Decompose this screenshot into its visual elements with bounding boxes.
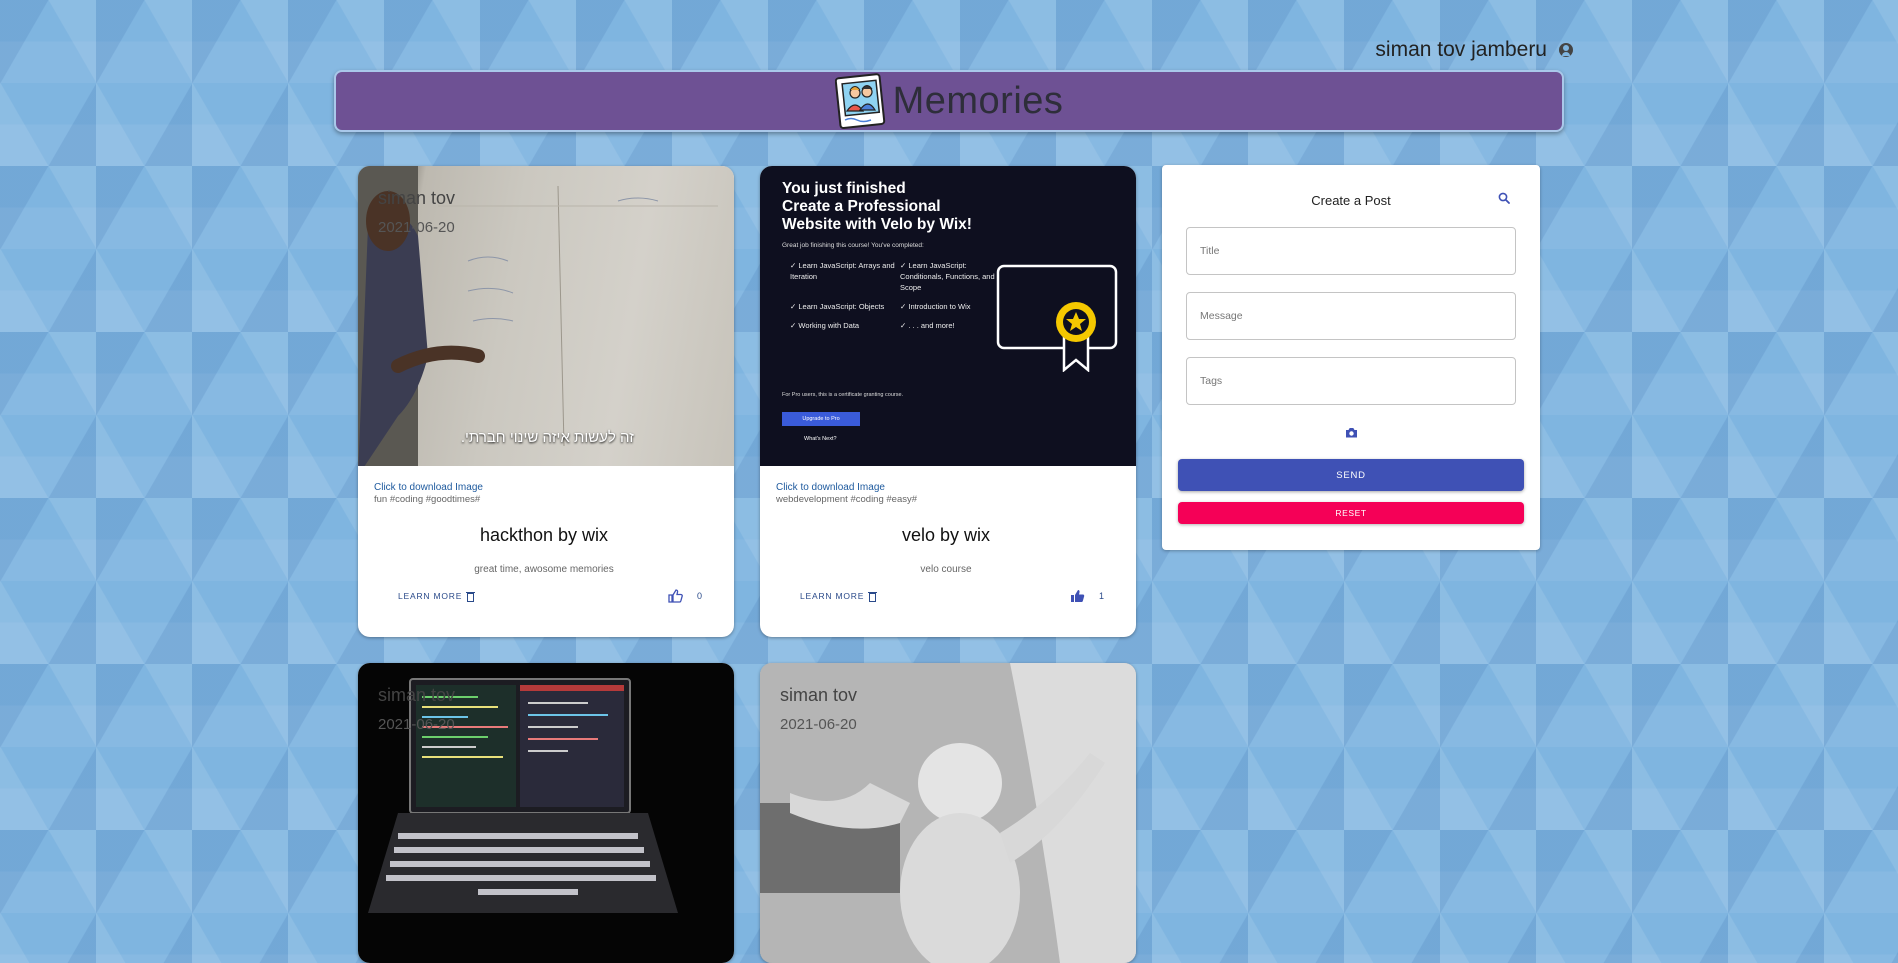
user-bar: siman tov jamberu <box>1375 38 1573 62</box>
search-icon[interactable] <box>1498 192 1510 204</box>
message-input[interactable] <box>1186 292 1516 340</box>
form-title: Create a Post <box>1311 193 1391 208</box>
card-overlay: siman tov 2021-06-20 <box>378 685 455 733</box>
download-image-link[interactable]: Click to download Image <box>374 482 714 493</box>
camera-icon[interactable] <box>1345 427 1358 438</box>
learn-more-label: LEARN MORE <box>398 591 463 601</box>
delete-icon <box>868 591 878 602</box>
like-count: 0 <box>696 591 702 601</box>
certificate-subtext: Great job finishing this course! You've … <box>782 242 924 249</box>
like-button[interactable]: 1 <box>1070 589 1104 603</box>
download-image-link[interactable]: Click to download Image <box>776 482 1116 493</box>
certificate-heading: You just finished Create a Professional … <box>782 180 972 234</box>
certificate-item: ✓ . . . and more! <box>900 321 955 330</box>
card-body: Click to download Image webdevelopment #… <box>760 466 1136 575</box>
create-post-form: Create a Post SEND RESET <box>1162 165 1540 550</box>
account-circle-icon[interactable] <box>1559 43 1573 57</box>
certificate-item: ✓ Introduction to Wix <box>900 302 971 311</box>
certificate-item: ✓ Learn JavaScript: Conditionals, Functi… <box>900 261 995 292</box>
certificate-items: ✓ Learn JavaScript: Arrays and Iteration… <box>790 260 1010 331</box>
post-image: siman tov 2021-06-20 זה לעשות איזה שינוי… <box>358 166 734 466</box>
card-message: velo course <box>920 564 972 575</box>
card-date: 2021-06-20 <box>378 219 455 236</box>
card-author: siman tov <box>780 685 858 705</box>
certificate-item: ✓ Learn JavaScript: Arrays and Iteration <box>790 261 895 281</box>
card-body: Click to download Image fun #coding #goo… <box>358 466 734 575</box>
reset-button[interactable]: RESET <box>1178 502 1524 524</box>
whats-next-link[interactable]: What's Next? <box>804 436 837 442</box>
thumb-up-icon <box>1070 590 1085 602</box>
like-button[interactable]: 0 <box>668 589 702 603</box>
certificate-item: ✓ Working with Data <box>790 321 860 330</box>
post-card: You just finished Create a Professional … <box>760 166 1136 637</box>
card-title: velo by wix <box>901 525 991 545</box>
post-card: siman tov 2021-06-20 זה לעשות איזה שינוי… <box>358 166 734 637</box>
title-input[interactable] <box>1186 227 1516 275</box>
certificate-heading-line: You just finished <box>782 180 906 197</box>
tags-input[interactable] <box>1186 357 1516 405</box>
post-card: siman tov 2021-06-20 <box>358 663 734 963</box>
page-title: Memories <box>892 79 1064 122</box>
post-card: siman tov 2021-06-20 <box>760 663 1136 963</box>
card-overlay: siman tov 2021-06-20 <box>780 685 857 733</box>
upgrade-to-pro-button[interactable]: Upgrade to Pro <box>782 412 860 426</box>
learn-more-button[interactable]: LEARN MORE <box>398 591 476 602</box>
delete-icon <box>466 591 476 602</box>
card-message: great time, awosome memories <box>474 564 614 575</box>
certificate-heading-line: Create a Professional <box>782 198 941 215</box>
card-overlay: siman tov 2021-06-20 <box>378 188 455 236</box>
certificate-note: For Pro users, this is a certificate gra… <box>782 392 904 398</box>
card-tags: fun #coding #goodtimes# <box>374 494 481 505</box>
card-date: 2021-06-20 <box>378 716 455 733</box>
post-image: You just finished Create a Professional … <box>760 166 1136 466</box>
thumb-up-outline-icon <box>668 589 683 603</box>
post-image: siman tov 2021-06-20 <box>760 663 1136 963</box>
post-image: siman tov 2021-06-20 <box>358 663 734 963</box>
card-author: siman tov <box>378 685 456 705</box>
like-count: 1 <box>1098 591 1104 601</box>
memories-logo-icon <box>834 73 885 129</box>
card-actions: LEARN MORE 1 <box>760 575 1136 603</box>
app-header: Memories <box>334 70 1564 132</box>
certificate-item: ✓ Learn JavaScript: Objects <box>790 302 885 311</box>
user-name: siman tov jamberu <box>1375 38 1547 61</box>
certificate-badge-icon <box>996 264 1118 372</box>
card-date: 2021-06-20 <box>780 716 857 733</box>
card-author: siman tov <box>378 188 456 208</box>
card-title: hackthon by wix <box>479 525 609 545</box>
card-tags: webdevelopment #coding #easy# <box>776 494 918 505</box>
card-actions: LEARN MORE 0 <box>358 575 734 603</box>
learn-more-label: LEARN MORE <box>800 591 865 601</box>
image-caption: זה לעשות איזה שינוי חברתי. <box>460 429 634 446</box>
certificate-heading-line: Website with Velo by Wix! <box>782 216 972 233</box>
learn-more-button[interactable]: LEARN MORE <box>800 591 878 602</box>
send-button[interactable]: SEND <box>1178 459 1524 491</box>
